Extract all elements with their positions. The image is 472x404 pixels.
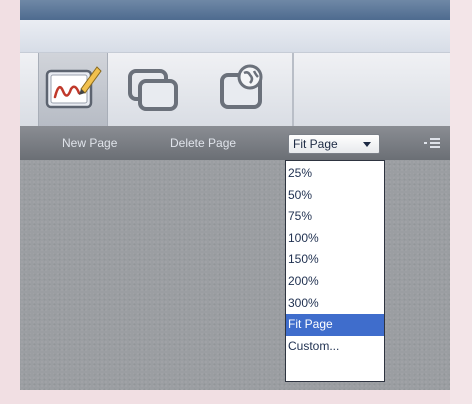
action-bar: New Page Delete Page Fit Page <box>20 126 450 160</box>
page-canvas[interactable] <box>20 160 450 390</box>
app-window: New Page Delete Page Fit Page 25% 50% 75… <box>20 0 450 390</box>
chevron-down-icon <box>363 142 371 147</box>
zoom-dropdown-list: 25% 50% 75% 100% 150% 200% 300% Fit Page… <box>285 160 385 382</box>
zoom-option[interactable]: 75% <box>286 206 384 228</box>
list-menu-icon[interactable] <box>424 136 442 150</box>
zoom-option[interactable]: 150% <box>286 249 384 271</box>
zoom-option[interactable]: 100% <box>286 228 384 250</box>
zoom-option[interactable]: Custom... <box>286 336 384 358</box>
header-band <box>20 20 450 52</box>
zoom-option[interactable]: 50% <box>286 185 384 207</box>
new-page-button[interactable]: New Page <box>62 136 117 150</box>
title-bar <box>20 0 450 20</box>
zoom-option[interactable]: 200% <box>286 271 384 293</box>
zoom-option-selected[interactable]: Fit Page <box>286 314 384 336</box>
layered-windows-icon <box>128 69 178 111</box>
zoom-select-value: Fit Page <box>293 137 338 151</box>
zoom-select[interactable]: Fit Page <box>288 134 380 154</box>
zoom-option[interactable]: 25% <box>286 163 384 185</box>
delete-page-button[interactable]: Delete Page <box>170 136 236 150</box>
pen-and-canvas-icon <box>45 66 102 109</box>
page-margin <box>450 0 472 404</box>
layered-windows-tool-button[interactable] <box>122 59 184 119</box>
toolbar-divider <box>292 53 294 127</box>
zoom-option[interactable]: 300% <box>286 293 384 315</box>
globe-window-icon <box>220 64 263 109</box>
globe-window-tool-button[interactable] <box>210 59 272 119</box>
whiteboard-tool-button[interactable] <box>38 53 108 126</box>
tool-toolbar <box>20 52 450 127</box>
